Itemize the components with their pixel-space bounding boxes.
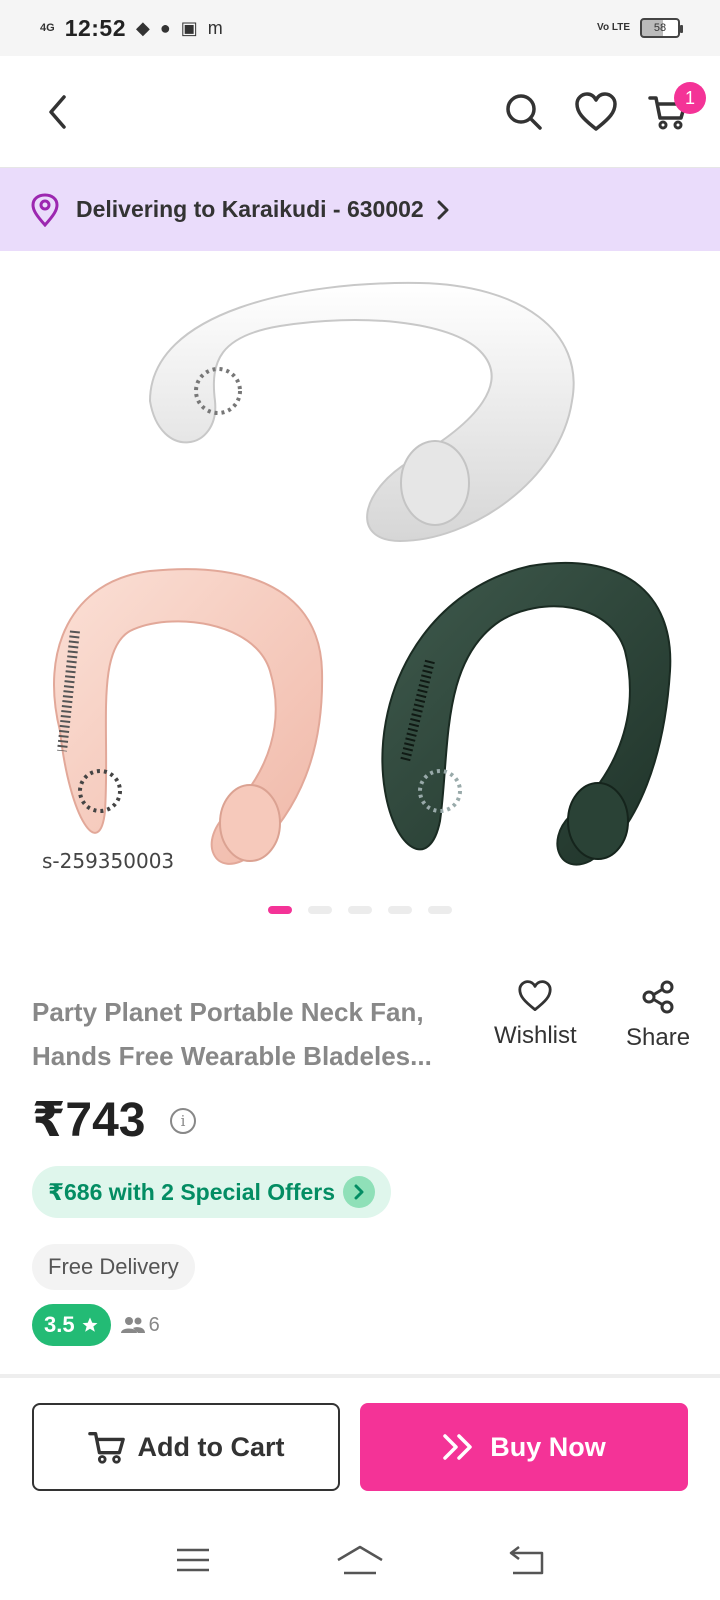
users-icon bbox=[120, 1317, 145, 1333]
battery-level: 58 bbox=[653, 22, 667, 34]
carousel-dot[interactable] bbox=[268, 906, 292, 914]
heart-icon bbox=[575, 92, 617, 131]
back-nav-icon bbox=[509, 1546, 543, 1575]
chevron-right-icon bbox=[343, 1176, 376, 1208]
cart-button[interactable]: 1 bbox=[644, 82, 706, 136]
double-chevron-right-icon bbox=[443, 1434, 472, 1460]
search-icon bbox=[506, 94, 542, 130]
special-offers-pill[interactable]: ₹686 with 2 Special Offers bbox=[32, 1166, 392, 1218]
star-icon bbox=[82, 1317, 98, 1332]
heart-icon bbox=[518, 980, 552, 1011]
system-nav-bar bbox=[0, 1520, 720, 1600]
cart-icon bbox=[87, 1432, 125, 1464]
home-nav-button[interactable] bbox=[330, 1540, 390, 1580]
product-title-line-2: Hands Free Wearable Bladeles... bbox=[32, 1041, 432, 1071]
product-image-carousel[interactable]: s-259350003 bbox=[0, 251, 720, 891]
review-count: 6 bbox=[120, 1313, 160, 1337]
network-indicator: 4G bbox=[40, 21, 55, 34]
buy-now-button[interactable]: Buy Now bbox=[360, 1403, 688, 1491]
share-action[interactable]: Share bbox=[626, 980, 690, 1052]
rating-row[interactable]: 3.5 6 bbox=[32, 1304, 160, 1346]
free-delivery-badge: Free Delivery bbox=[32, 1244, 195, 1290]
product-price: ₹743 bbox=[32, 1094, 146, 1147]
buy-now-label: Buy Now bbox=[490, 1431, 606, 1462]
back-button[interactable] bbox=[38, 92, 78, 132]
status-bar: 4G 12:52 ◆ ● ▣ m Vo LTE 58 bbox=[0, 0, 720, 56]
carousel-indicator bbox=[268, 906, 452, 914]
notification-icon: ◆ bbox=[136, 17, 150, 38]
location-pin-icon bbox=[31, 192, 59, 227]
offers-text: ₹686 with 2 Special Offers bbox=[48, 1178, 336, 1205]
cart-count-badge: 1 bbox=[674, 82, 706, 114]
status-time: 12:52 bbox=[64, 14, 127, 41]
facebook-icon: ▣ bbox=[180, 17, 198, 38]
app-header: 1 bbox=[0, 56, 720, 168]
wishlist-label: Wishlist bbox=[494, 1022, 577, 1049]
rating-value: 3.5 bbox=[44, 1312, 75, 1337]
delivery-location-text: Delivering to Karaikudi - 630002 bbox=[76, 196, 424, 222]
carousel-dot[interactable] bbox=[388, 906, 412, 914]
chevron-left-icon bbox=[49, 95, 66, 129]
battery-icon: 58 bbox=[640, 18, 683, 38]
section-divider bbox=[0, 1374, 720, 1378]
product-title-line-1: Party Planet Portable Neck Fan, bbox=[32, 997, 424, 1027]
wishlist-action[interactable]: Wishlist bbox=[494, 980, 577, 1050]
rating-badge: 3.5 bbox=[32, 1304, 111, 1346]
carousel-dot[interactable] bbox=[428, 906, 452, 914]
wishlist-button[interactable] bbox=[572, 88, 620, 136]
carousel-dot[interactable] bbox=[308, 906, 332, 914]
menu-icon bbox=[177, 1548, 210, 1572]
share-icon bbox=[642, 980, 674, 1014]
carousel-dot[interactable] bbox=[348, 906, 372, 914]
delivery-location-bar[interactable]: Delivering to Karaikudi - 630002 bbox=[0, 168, 720, 251]
review-count-value: 6 bbox=[148, 1313, 160, 1336]
add-to-cart-button[interactable]: Add to Cart bbox=[32, 1403, 340, 1491]
chevron-right-icon bbox=[437, 200, 449, 219]
product-image bbox=[53, 281, 672, 866]
menu-nav-button[interactable] bbox=[163, 1540, 223, 1580]
price-info-icon[interactable]: i bbox=[170, 1108, 196, 1134]
add-to-cart-label: Add to Cart bbox=[137, 1431, 285, 1462]
product-image-code: s-259350003 bbox=[42, 849, 175, 873]
m-icon: m bbox=[207, 17, 223, 38]
chat-icon: ● bbox=[159, 17, 171, 38]
search-button[interactable] bbox=[500, 88, 548, 136]
share-label: Share bbox=[626, 1024, 691, 1051]
back-nav-button[interactable] bbox=[497, 1540, 557, 1580]
home-icon bbox=[337, 1545, 383, 1575]
volte-indicator: Vo LTE bbox=[597, 22, 630, 33]
product-title: Party Planet Portable Neck Fan, Hands Fr… bbox=[32, 990, 462, 1078]
